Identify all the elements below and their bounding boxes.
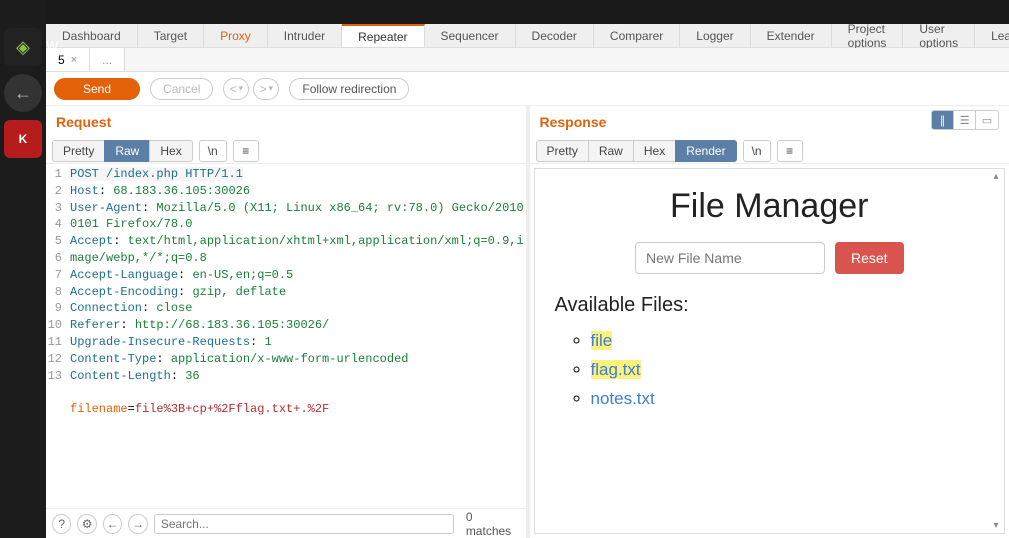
tab-decoder[interactable]: Decoder [516,24,594,47]
send-button[interactable]: Send [54,78,140,100]
line-gutter: 1 2 3 4 5 6 7 8 9 10 11 12 13 [46,164,66,384]
os-back-button[interactable]: ← [4,74,42,112]
response-view-tabs: Pretty Raw Hex Render \n ≡ [530,138,1009,164]
layout-rows-icon[interactable]: ☰ [954,111,976,129]
file-link[interactable]: notes.txt [591,389,655,408]
request-panel: Request Pretty Raw Hex \n ≡ 1 2 3 4 5 6 … [46,106,530,538]
search-prev-button[interactable]: ← [103,514,122,534]
response-view-render[interactable]: Render [675,140,736,162]
request-view-tabs: Pretty Raw Hex \n ≡ [46,138,526,164]
scroll-down-icon[interactable]: ▾ [990,520,1002,531]
repeater-sub-tabs: 5 × ... [46,48,1009,72]
tab-intruder[interactable]: Intruder [268,24,342,47]
content-row: Request Pretty Raw Hex \n ≡ 1 2 3 4 5 6 … [46,106,1009,538]
os-top-bar: File [0,0,1009,24]
file-list-item: flag.txt [591,356,985,385]
response-panel: ∥ ☰ ▭ Response Pretty Raw Hex Render \n … [530,106,1009,538]
request-view-pretty[interactable]: Pretty [52,140,104,162]
layout-single-icon[interactable]: ▭ [976,111,998,129]
file-list-item: notes.txt [591,385,985,414]
response-view-hex[interactable]: Hex [633,140,675,162]
request-search-row: ? ⚙ ← → 0 matches [46,508,526,538]
request-view-hex[interactable]: Hex [149,140,192,162]
layout-toggle-group: ∥ ☰ ▭ [931,110,999,130]
file-list-item: file [591,327,985,356]
tab-project-options[interactable]: Project options [832,24,904,47]
tab-dashboard[interactable]: Dashboard [46,24,138,47]
search-input[interactable] [154,514,454,534]
response-view-raw[interactable]: Raw [588,140,633,162]
request-view-raw[interactable]: Raw [104,140,149,162]
layout-columns-icon[interactable]: ∥ [932,111,954,129]
file-link[interactable]: file [591,331,613,350]
repeater-tab-label: 5 [58,53,65,67]
tool-tabs: Dashboard Target Proxy Intruder Repeater… [46,24,1009,48]
tab-proxy[interactable]: Proxy [204,24,268,47]
scroll-up-icon[interactable]: ▴ [990,171,1002,182]
tab-extender[interactable]: Extender [751,24,832,47]
request-editor[interactable]: 1 2 3 4 5 6 7 8 9 10 11 12 13 POST /inde… [46,164,526,508]
search-next-button[interactable]: → [128,514,147,534]
burp-window: Burp Project Intruder Repeater Window He… [46,0,1009,538]
file-list: file flag.txt notes.txt [555,327,985,414]
follow-redirection-button[interactable]: Follow redirection [289,78,409,100]
help-icon[interactable]: ? [52,514,71,534]
reset-button[interactable]: Reset [835,242,904,274]
close-icon[interactable]: × [71,54,77,66]
response-view-pretty[interactable]: Pretty [536,140,588,162]
tab-sequencer[interactable]: Sequencer [425,24,516,47]
tab-logger[interactable]: Logger [680,24,750,47]
new-file-name-input[interactable] [635,242,825,274]
repeater-tab-add[interactable]: ... [90,48,125,71]
os-left-sidebar: ◈W ← K [0,0,46,538]
tab-target[interactable]: Target [138,24,204,47]
request-title: Request [46,106,526,138]
response-view-menu[interactable]: ≡ [777,140,803,162]
tab-comparer[interactable]: Comparer [594,24,680,47]
cancel-button[interactable]: Cancel [150,78,213,100]
request-code[interactable]: POST /index.php HTTP/1.1 Host: 68.183.36… [46,164,526,418]
available-files-heading: Available Files: [555,294,985,317]
tab-learn[interactable]: Learn [975,24,1009,47]
render-area[interactable]: ▴ File Manager Reset Available Files: fi… [534,168,1006,534]
file-link[interactable]: flag.txt [591,360,641,379]
search-matches: 0 matches [466,510,520,538]
gear-icon[interactable]: ⚙ [77,514,96,534]
history-back-button[interactable]: < ▾ [223,78,249,100]
page-title: File Manager [555,187,985,226]
request-view-newline[interactable]: \n [199,140,227,162]
os-app-vm-icon[interactable]: ◈W [4,28,42,66]
tab-user-options[interactable]: User options [903,24,975,47]
tab-repeater[interactable]: Repeater [342,24,424,47]
os-app-k-icon[interactable]: K [4,120,42,158]
history-forward-button[interactable]: > ▾ [253,78,279,100]
response-view-newline[interactable]: \n [743,140,771,162]
repeater-toolbar: Send Cancel < ▾ > ▾ Follow redirection [46,72,1009,106]
request-view-menu[interactable]: ≡ [233,140,259,162]
